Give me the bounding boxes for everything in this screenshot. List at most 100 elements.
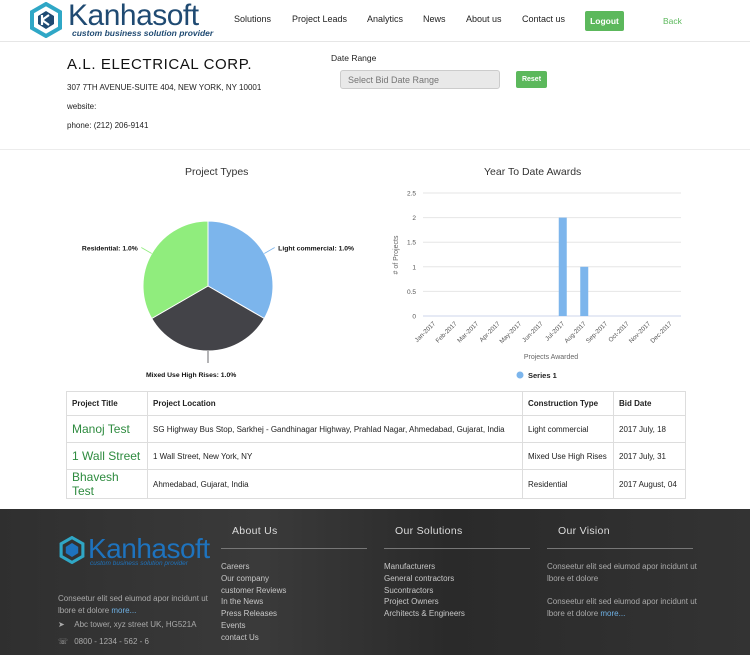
nav-about-us[interactable]: About us [466,14,502,24]
footer-about-heading: About Us [232,525,278,537]
x-tick-label: Nov-2017 [628,320,653,345]
project-types-pie-chart: Light commercial: 1.0% Mixed Use High Ris… [82,220,354,379]
company-website: website: [67,102,97,111]
footer-address-row: ➤ Abc tower, xyz street UK, HG521A [58,619,197,631]
project-title-link[interactable]: Manoj Test [66,415,148,443]
y-tick-label: 1.5 [407,240,416,247]
x-tick-label: Dec-2017 [649,320,674,345]
pie-data-label: Mixed Use High Rises: 1.0% [146,372,236,379]
footer-link-in-the-news[interactable]: In the News [221,596,286,608]
footer-link-subcontractors[interactable]: Sucontractors [384,585,465,597]
y-tick-label: 2.5 [407,191,416,198]
ytd-awards-title: Year To Date Awards [484,166,582,178]
bid-date: 2017 July, 31 [613,442,686,470]
phone-icon: ☏ [58,637,69,646]
construction-type: Residential [522,469,614,499]
date-range-label: Date Range [331,53,377,63]
nav-project-leads[interactable]: Project Leads [292,14,347,24]
project-title-link[interactable]: Bhavesh Test [66,469,148,499]
col-project-location[interactable]: Project Location [147,391,523,416]
nav-solutions[interactable]: Solutions [234,14,271,24]
footer-divider [384,548,530,549]
bar-aug-2017[interactable] [580,266,589,316]
footer-vision-heading: Our Vision [558,525,610,537]
footer-link-contact-us[interactable]: contact Us [221,632,286,644]
y-tick-label: 0.5 [407,289,416,296]
top-navbar: Kanhasoft custom business solution provi… [0,0,750,42]
projects-table: Project Title Project Location Construct… [66,391,686,499]
footer: Kanhasoft custom business solution provi… [0,509,750,655]
footer-link-events[interactable]: Events [221,620,286,632]
x-axis-label: Projects Awarded [524,354,578,361]
logout-button[interactable]: Logout [585,11,624,31]
table-row[interactable]: 1 Wall Street 1 Wall Street, New York, N… [66,442,686,470]
col-bid-date[interactable]: Bid Date [613,391,686,416]
nav-news[interactable]: News [423,14,446,24]
footer-logo[interactable]: Kanhasoft custom business solution provi… [58,533,218,570]
project-location: Ahmedabad, Gujarat, India [147,469,523,499]
footer-link-careers[interactable]: Careers [221,561,286,573]
date-range-input[interactable] [340,70,500,89]
footer-link-project-owners[interactable]: Project Owners [384,596,465,608]
footer-phone: 0800 - 1234 - 562 - 6 [74,637,149,646]
y-tick-label: 1 [412,264,416,271]
x-tick-label: Mar-2017 [456,320,480,344]
logo-tagline: custom business solution provider [72,28,214,38]
x-tick-label: Sep-2017 [585,320,610,345]
footer-link-customer-reviews[interactable]: customer Reviews [221,585,286,597]
section-divider [0,149,750,150]
company-phone: phone: (212) 206-9141 [67,121,149,130]
table-row[interactable]: Manoj Test SG Highway Bus Stop, Sarkhej … [66,415,686,443]
y-tick-label: 2 [412,215,416,222]
footer-divider [221,548,367,549]
footer-link-general-contractors[interactable]: General contractors [384,573,465,585]
bid-date: 2017 August, 04 [613,469,686,499]
project-location: 1 Wall Street, New York, NY [147,442,523,470]
footer-divider [547,548,693,549]
y-axis-label: # of Projects [393,235,400,274]
project-title-link[interactable]: 1 Wall Street [66,442,148,470]
x-tick-label: Feb-2017 [435,320,459,344]
y-tick-label: 0 [412,314,416,321]
footer-solutions-heading: Our Solutions [395,525,463,537]
table-row[interactable]: Bhavesh Test Ahmedabad, Gujarat, India R… [66,469,686,499]
footer-logo-tagline: custom business solution provider [90,560,188,567]
footer-vision-text-1: Conseetur elit sed eiumod apor incidunt … [547,562,697,583]
pie-data-label: Residential: 1.0% [82,246,138,253]
footer-solutions-links: Manufacturers General contractors Sucont… [384,561,465,620]
footer-vision-more-link[interactable]: more... [600,609,625,618]
reset-button[interactable]: Reset [516,71,547,88]
footer-link-architects-engineers[interactable]: Architects & Engineers [384,608,465,620]
back-link[interactable]: Back [663,16,682,26]
project-types-title: Project Types [185,166,249,178]
footer-more-link[interactable]: more... [111,606,136,615]
pie-data-label: Light commercial: 1.0% [278,246,354,253]
nav-analytics[interactable]: Analytics [367,14,403,24]
x-tick-label: Aug-2017 [563,320,588,345]
legend-marker [516,371,524,379]
footer-link-our-company[interactable]: Our company [221,573,286,585]
table-header-row: Project Title Project Location Construct… [66,391,686,416]
legend-series-label[interactable]: Series 1 [528,371,557,380]
company-name: A.L. ELECTRICAL CORP. [67,56,253,73]
col-project-title[interactable]: Project Title [66,391,148,416]
bar-jul-2017[interactable] [558,217,567,316]
kanhasoft-logo-icon [30,2,62,38]
construction-type: Mixed Use High Rises [522,442,614,470]
nav-contact-us[interactable]: Contact us [522,14,565,24]
footer-link-press-releases[interactable]: Press Releases [221,608,286,620]
construction-type: Light commercial [522,415,614,443]
footer-phone-row: ☏ 0800 - 1234 - 562 - 6 [58,636,149,648]
brand-logo[interactable]: Kanhasoft custom business solution provi… [28,0,214,38]
footer-about-links: Careers Our company customer Reviews In … [221,561,286,644]
footer-address: Abc tower, xyz street UK, HG521A [74,620,197,629]
company-address: 307 7TH AVENUE-SUITE 404, NEW YORK, NY 1… [67,83,262,92]
kanhasoft-logo-icon [59,536,85,564]
footer-vision-block: Conseetur elit sed eiumod apor incidunt … [547,596,697,620]
col-construction-type[interactable]: Construction Type [522,391,614,416]
x-tick-label: May-2017 [498,320,523,345]
footer-link-manufacturers[interactable]: Manufacturers [384,561,465,573]
pie-label-connector [141,247,152,254]
pie-label-connector [264,247,275,254]
footer-blurb: Conseetur elit sed eiumod apor incidunt … [58,593,218,617]
